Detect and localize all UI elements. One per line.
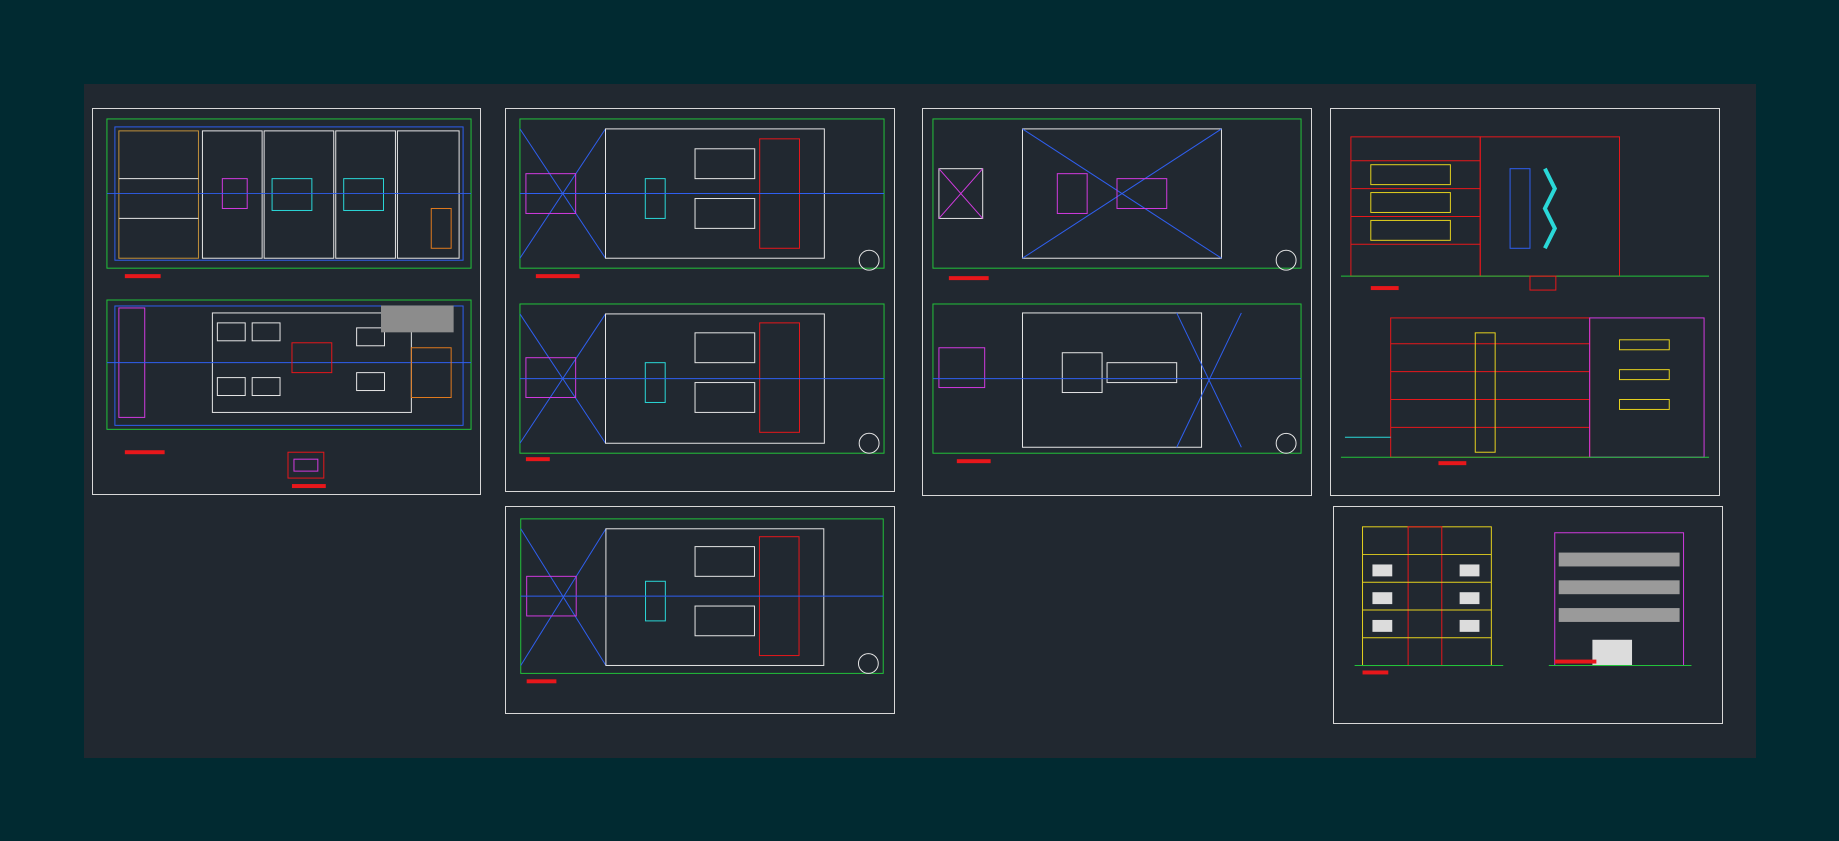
drawing-title-tag (956, 459, 991, 464)
drawing-title-tag (291, 484, 326, 489)
longitudinal-section (1340, 136, 1710, 291)
sheet-plans-typical-floors-a[interactable] (505, 108, 895, 492)
typical-floor-plan (520, 518, 884, 674)
sheet-sections[interactable] (1330, 108, 1720, 496)
elevation-drawings (1354, 526, 1692, 675)
cross-section (1340, 317, 1710, 458)
typical-floor-plan-lower (519, 303, 885, 454)
sheet-plans-roof-and-penthouse[interactable] (922, 108, 1312, 496)
drawing-title-tag (124, 274, 161, 279)
drawing-title-tag (1370, 286, 1399, 291)
drawing-title-tag (526, 679, 557, 684)
roof-plan (932, 118, 1302, 271)
drawing-title-tag (1554, 659, 1597, 664)
floor-plan-drawings (519, 118, 885, 462)
penthouse-plan (932, 303, 1302, 454)
cad-model-space[interactable] (84, 84, 1756, 758)
drawing-title-tag (535, 274, 580, 279)
key-plan-box (287, 451, 325, 479)
typical-floor-plan-upper (519, 118, 885, 271)
sheet-elevations[interactable] (1333, 506, 1723, 724)
drawing-title-tag (124, 450, 165, 455)
section-drawings (1340, 136, 1710, 466)
sheet-plans-ground-and-parking[interactable] (92, 108, 481, 495)
floor-plan-drawings (520, 518, 884, 684)
ground-floor-plan (106, 118, 472, 269)
drawing-title-tag (525, 457, 550, 462)
drawing-title-tag (1362, 670, 1389, 675)
drawing-title-tag (948, 276, 989, 281)
sheet-plans-typical-floors-b[interactable] (505, 506, 895, 714)
floor-plan-drawings (932, 118, 1302, 464)
side-elevation (1548, 532, 1692, 667)
drawing-title-tag (1438, 461, 1467, 466)
parking-plan (106, 299, 472, 430)
front-elevation (1354, 526, 1504, 667)
floor-plan-drawings (106, 118, 472, 489)
